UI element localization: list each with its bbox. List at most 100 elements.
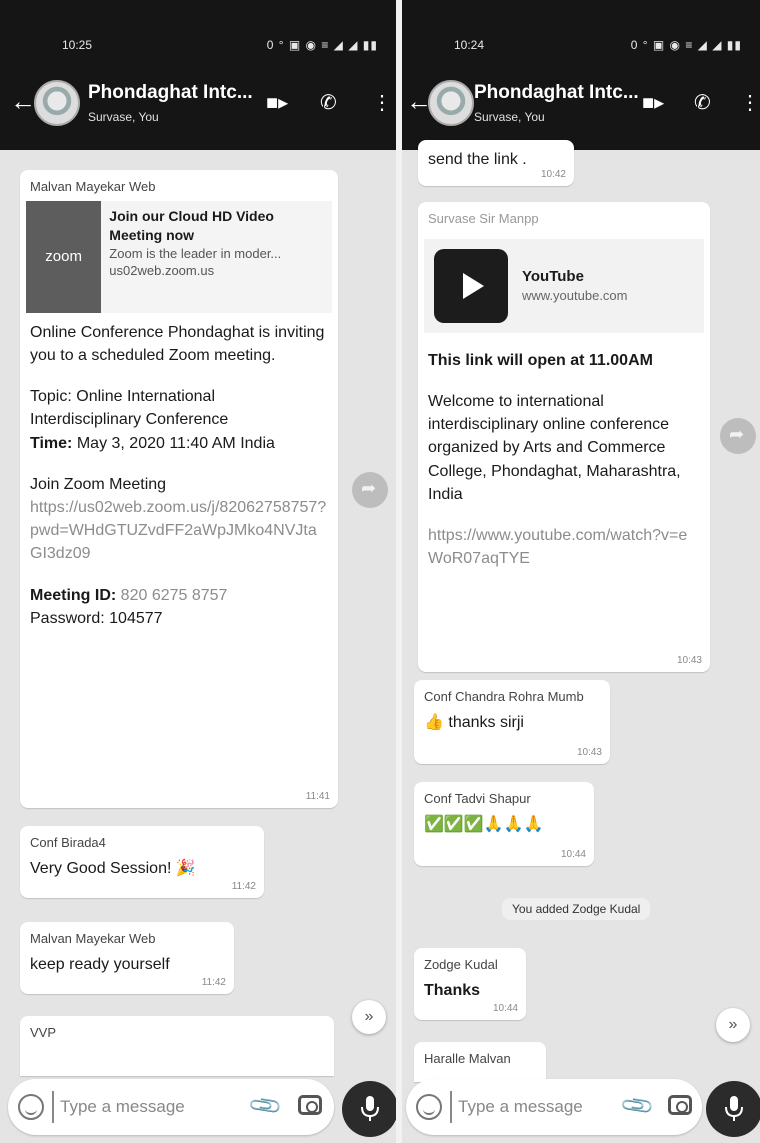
youtube-play-icon — [463, 272, 484, 299]
message-timestamp: 10:44 — [560, 848, 586, 860]
message-text: ✅✅✅🙏🙏🙏 — [424, 815, 544, 833]
left-chat-screen: 10:25 0 ° ▣ ◉ ≡ ◢ ◢ ▮▮ ← Phondaghat Intc… — [0, 0, 396, 1143]
message-composer: 📎 — [8, 1079, 334, 1135]
message-sender: Conf Tadvi Shapur — [424, 791, 531, 806]
voice-call-icon[interactable]: ✆ — [694, 90, 711, 115]
message-bubble-chandra[interactable]: Conf Chandra Rohra Mumb 👍 thanks sirji 1… — [414, 680, 610, 764]
camera-icon[interactable] — [298, 1095, 322, 1115]
group-members[interactable]: Survase, You — [474, 110, 545, 124]
message-list[interactable]: send the link . 10:42 Survase Sir Manpp … — [402, 140, 760, 1082]
scroll-down-icon[interactable]: » — [352, 1000, 386, 1034]
message-bubble-send-link[interactable]: send the link . 10:42 — [418, 140, 574, 186]
message-sender: Conf Chandra Rohra Mumb — [424, 689, 584, 704]
message-composer: 📎 — [406, 1079, 702, 1135]
mic-icon — [361, 1096, 379, 1121]
message-timestamp: 10:43 — [676, 654, 702, 666]
message-text: 👍 thanks sirji — [424, 713, 524, 731]
zoom-meeting-link[interactable]: https://us02web.zoom.us/j/82062758757?pw… — [30, 496, 328, 566]
camera-icon[interactable] — [668, 1095, 692, 1115]
message-bubble-malvan[interactable]: Malvan Mayekar Web keep ready yourself 1… — [20, 922, 234, 994]
group-avatar[interactable] — [428, 80, 474, 126]
more-options-icon[interactable]: ⋮ — [740, 90, 760, 115]
status-bar: 10:25 0 ° ▣ ◉ ≡ ◢ ◢ ▮▮ — [0, 0, 396, 60]
link-preview[interactable]: zoom Join our Cloud HD Video Meeting now… — [26, 200, 332, 313]
preview-domain: us02web.zoom.us — [109, 263, 215, 279]
status-bar: 10:24 0 ° ▣ ◉ ≡ ◢ ◢ ▮▮ — [402, 0, 760, 60]
forward-icon[interactable] — [720, 418, 756, 454]
emoji-icon[interactable] — [416, 1094, 442, 1120]
message-sender: Malvan Mayekar Web — [30, 931, 156, 946]
message-text: Very Good Session! 🎉 — [30, 859, 196, 877]
message-bubble-zoom-invite[interactable]: Malvan Mayekar Web zoom Join our Cloud H… — [20, 170, 338, 808]
youtube-link[interactable]: https://www.youtube.com/watch?v=eWoR07aq… — [428, 524, 700, 570]
meeting-id-value[interactable]: 820 6275 8757 — [121, 587, 228, 604]
message-sender: Haralle Malvan — [424, 1051, 511, 1066]
message-time: Time: May 3, 2020 11:40 AM India — [30, 432, 328, 455]
message-timestamp: 11:42 — [201, 976, 226, 988]
message-sender: Malvan Mayekar Web — [30, 179, 156, 194]
message-body: Welcome to international interdisciplina… — [428, 393, 681, 503]
attach-icon[interactable]: 📎 — [619, 1087, 657, 1125]
message-bubble-tadvi[interactable]: Conf Tadvi Shapur ✅✅✅🙏🙏🙏 10:44 — [414, 782, 594, 866]
forward-icon[interactable] — [352, 472, 388, 508]
message-sender: Zodge Kudal — [424, 957, 498, 972]
mic-button[interactable] — [342, 1081, 396, 1137]
status-icons: 0 ° ▣ ◉ ≡ ◢ ◢ ▮▮ — [266, 38, 378, 52]
mic-button[interactable] — [706, 1081, 760, 1137]
message-bubble-haralle[interactable]: Haralle Malvan — [414, 1042, 546, 1082]
preview-description: Zoom is the leader in moder... — [109, 245, 282, 261]
preview-domain: www.youtube.com — [522, 288, 628, 304]
message-sender: VVP — [30, 1025, 57, 1040]
message-headline: This link will open at 11.00AM — [428, 351, 653, 369]
status-icons: 0 ° ▣ ◉ ≡ ◢ ◢ ▮▮ — [630, 38, 742, 52]
scroll-down-icon[interactable]: » — [716, 1008, 750, 1042]
password-value: 104577 — [109, 609, 163, 627]
message-input[interactable] — [52, 1091, 202, 1123]
preview-title: YouTube — [522, 267, 584, 285]
message-text: Thanks — [424, 981, 481, 999]
voice-call-icon[interactable]: ✆ — [320, 90, 337, 115]
message-input[interactable] — [450, 1091, 590, 1123]
group-avatar[interactable] — [34, 80, 80, 126]
emoji-icon[interactable] — [18, 1094, 44, 1120]
password-label: Password: — [30, 609, 105, 627]
system-message: You added Zodge Kudal — [502, 898, 651, 920]
preview-title: Join our Cloud HD Video Meeting now — [109, 207, 274, 243]
password: Password: 104577 — [30, 607, 328, 630]
status-time: 10:24 — [454, 38, 485, 52]
message-text-intro: Online Conference Phondaghat is inviting… — [30, 323, 325, 365]
join-zoom-label: Join Zoom Meeting — [30, 475, 167, 493]
group-title[interactable]: Phondaghat Intc... — [474, 82, 639, 104]
message-timestamp: 10:42 — [540, 168, 566, 180]
message-timestamp: 11:42 — [231, 880, 256, 892]
message-list[interactable]: Malvan Mayekar Web zoom Join our Cloud H… — [0, 150, 396, 1076]
message-timestamp: 10:43 — [576, 746, 602, 758]
message-topic: Topic: Online International Interdiscipl… — [30, 385, 328, 431]
meeting-id: Meeting ID: 820 6275 8757 — [30, 584, 328, 607]
link-preview[interactable]: YouTube www.youtube.com — [424, 238, 704, 333]
mic-icon — [725, 1096, 743, 1121]
message-bubble-zodge[interactable]: Zodge Kudal Thanks 10:44 — [414, 948, 526, 1020]
chat-header: ← Phondaghat Intc... Survase, You ■▸ ✆ ⋮ — [0, 60, 396, 150]
video-call-icon[interactable]: ■▸ — [266, 90, 288, 115]
time-label: Time: — [30, 434, 73, 452]
message-timestamp: 11:41 — [305, 790, 330, 802]
status-time: 10:25 — [62, 38, 93, 52]
right-chat-screen: 10:24 0 ° ▣ ◉ ≡ ◢ ◢ ▮▮ ← Phondaghat Intc… — [402, 0, 760, 1143]
video-call-icon[interactable]: ■▸ — [642, 90, 664, 115]
more-options-icon[interactable]: ⋮ — [372, 90, 392, 115]
message-bubble-youtube[interactable]: Survase Sir Manpp YouTube www.youtube.co… — [418, 202, 710, 672]
message-sender: Survase Sir Manpp — [428, 211, 539, 226]
back-arrow-icon[interactable]: ← — [10, 86, 36, 117]
message-text: keep ready yourself — [30, 955, 170, 973]
time-value: May 3, 2020 11:40 AM India — [76, 434, 275, 452]
youtube-logo — [434, 248, 508, 323]
message-bubble-birada[interactable]: Conf Birada4 Very Good Session! 🎉 11:42 — [20, 826, 264, 898]
zoom-logo-thumbnail: zoom — [26, 200, 102, 313]
group-members[interactable]: Survase, You — [88, 110, 159, 124]
message-bubble-vvp[interactable]: VVP — [20, 1016, 334, 1076]
message-sender: Conf Birada4 — [30, 835, 106, 850]
attach-icon[interactable]: 📎 — [247, 1087, 285, 1125]
group-title[interactable]: Phondaghat Intc... — [88, 82, 253, 104]
meeting-id-label: Meeting ID: — [30, 586, 117, 604]
